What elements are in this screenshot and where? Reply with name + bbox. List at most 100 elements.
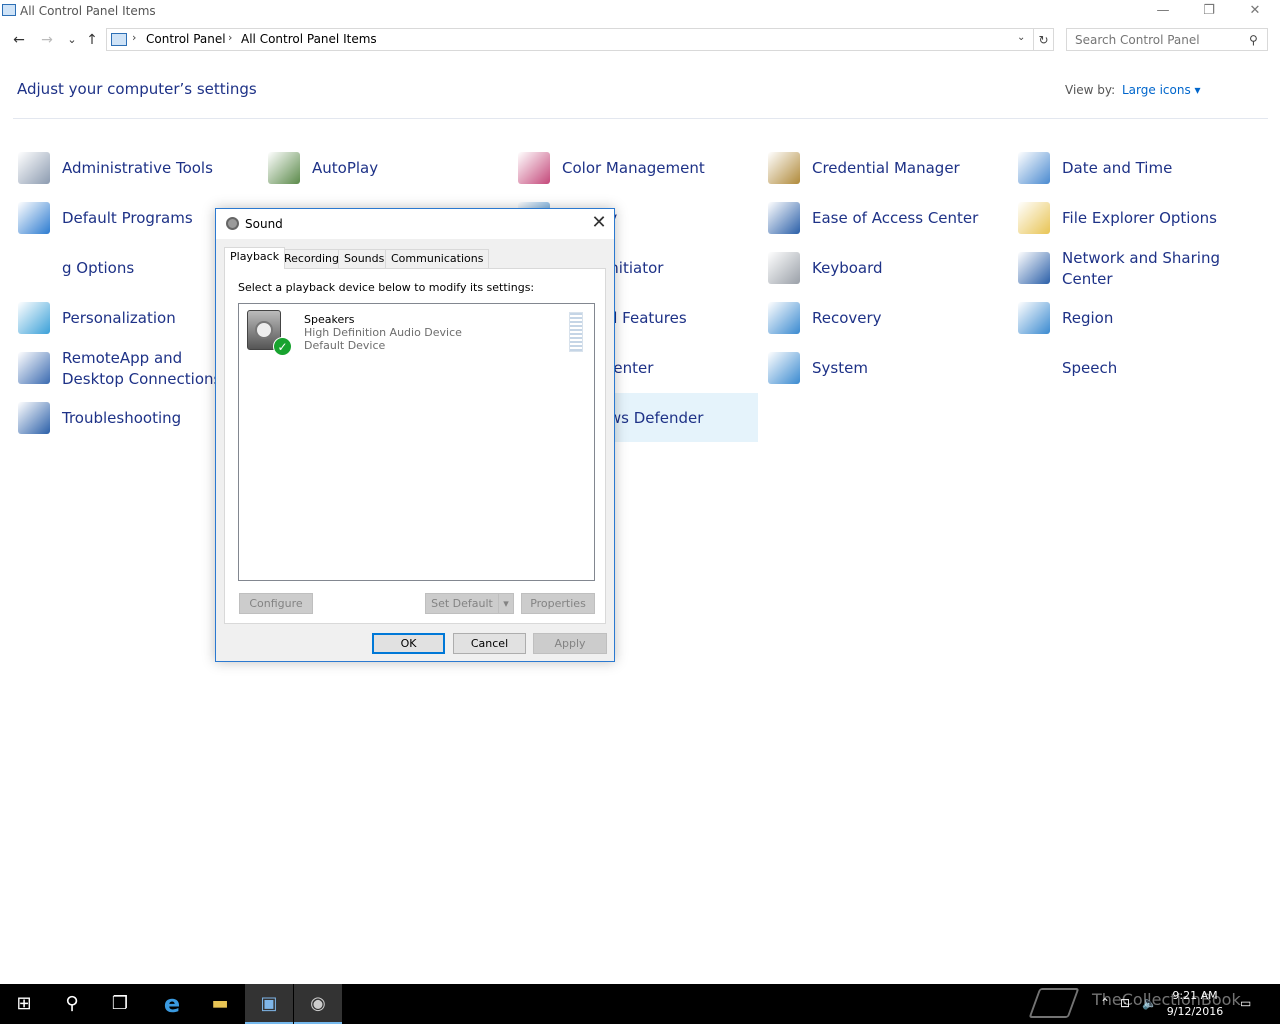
control-panel-item-icon — [768, 302, 800, 334]
sound-taskbar-button[interactable]: ◉ — [294, 984, 342, 1024]
task-view-icon: ❐ — [111, 993, 129, 1014]
back-button[interactable]: ← — [9, 30, 29, 50]
control-panel-item-label: AutoPlay — [312, 159, 379, 177]
notifications-icon[interactable]: ▭ — [1240, 996, 1251, 1010]
control-panel-item[interactable]: AutoPlay — [268, 152, 508, 202]
ok-button[interactable]: OK — [372, 633, 445, 654]
divider — [13, 118, 1268, 119]
sound-dialog: Sound ✕ Playback Recording Sounds Commun… — [215, 208, 615, 662]
breadcrumb-all-items[interactable]: All Control Panel Items — [241, 32, 377, 46]
control-panel-item[interactable]: File Explorer Options — [1018, 202, 1258, 252]
control-panel-item-label: Keyboard — [812, 259, 883, 277]
control-panel-icon — [111, 33, 127, 46]
page-title: Adjust your computer’s settings — [17, 80, 257, 98]
breadcrumb-control-panel[interactable]: Control Panel — [146, 32, 226, 46]
internet-explorer-icon: e — [163, 990, 181, 1018]
control-panel-item-label: Ease of Access Center — [812, 209, 979, 227]
control-panel-item-icon — [1018, 252, 1050, 284]
network-icon[interactable]: ⊡ — [1120, 996, 1130, 1010]
folder-icon: ▬ — [211, 993, 229, 1014]
control-panel-item[interactable]: System — [768, 352, 1008, 402]
restore-button[interactable]: ❐ — [1186, 0, 1232, 24]
control-panel-taskbar-button[interactable]: ▣ — [245, 984, 293, 1024]
set-default-button[interactable]: Set Default — [425, 593, 499, 614]
minimize-button[interactable]: — — [1140, 0, 1186, 24]
control-panel-item[interactable]: Color Management — [518, 152, 758, 202]
instruction-text: Select a playback device below to modify… — [238, 281, 535, 294]
search-box[interactable]: ⚲ — [1066, 28, 1268, 51]
playback-panel: Select a playback device below to modify… — [224, 268, 606, 624]
control-panel-item-label: Administrative Tools — [62, 159, 213, 177]
search-icon[interactable]: ⚲ — [1249, 33, 1258, 47]
control-panel-item-icon — [18, 202, 50, 234]
control-panel-item[interactable]: Speech — [1018, 352, 1258, 402]
control-panel-item[interactable]: Network and Sharing Center — [1018, 249, 1258, 302]
control-panel-icon: ▣ — [260, 993, 278, 1014]
recent-locations-button[interactable]: ⌄ — [62, 30, 82, 50]
control-panel-item-label: RemoteApp and Desktop Connections — [62, 349, 222, 388]
tab-sounds[interactable]: Sounds — [338, 249, 391, 268]
breadcrumb-separator[interactable]: › — [228, 31, 232, 44]
search-icon: ⚲ — [65, 993, 79, 1014]
control-panel-item[interactable]: Region — [1018, 302, 1258, 352]
control-panel-item-label: Date and Time — [1062, 159, 1173, 177]
device-status: Default Device — [304, 339, 386, 352]
task-view-button[interactable]: ❐ — [96, 984, 144, 1024]
tray-overflow-icon[interactable]: ⌃ — [1100, 996, 1110, 1010]
control-panel-item-label: System — [812, 359, 868, 377]
internet-explorer-button[interactable]: e — [148, 984, 196, 1024]
apply-button[interactable]: Apply — [533, 633, 607, 654]
control-panel-item[interactable]: Recovery — [768, 302, 1008, 352]
properties-button[interactable]: Properties — [521, 593, 595, 614]
control-panel-item-icon — [1018, 302, 1050, 334]
taskbar: ⊞ ⚲ ❐ e ▬ ▣ ◉ TheCollectionBook ⌃ ⊡ 🔈 9:… — [0, 984, 1280, 1024]
start-button[interactable]: ⊞ — [0, 984, 48, 1024]
control-panel-item-icon — [268, 152, 300, 184]
control-panel-item[interactable]: Date and Time — [1018, 152, 1258, 202]
device-name: Speakers — [304, 313, 355, 326]
search-button[interactable]: ⚲ — [48, 984, 96, 1024]
control-panel-item[interactable]: Administrative Tools — [18, 152, 258, 202]
file-explorer-button[interactable]: ▬ — [196, 984, 244, 1024]
address-dropdown-icon[interactable]: ⌄ — [1017, 32, 1025, 43]
dialog-close-button[interactable]: ✕ — [588, 212, 610, 234]
dialog-title-bar: Sound ✕ — [216, 209, 614, 239]
tab-communications[interactable]: Communications — [385, 249, 490, 268]
control-panel-item-icon — [18, 302, 50, 334]
control-panel-item-label: Default Programs — [62, 209, 193, 227]
set-default-dropdown-icon[interactable]: ▾ — [498, 593, 514, 614]
clock[interactable]: 9:21 AM 9/12/2016 — [1160, 988, 1230, 1020]
control-panel-item[interactable]: Ease of Access Center — [768, 202, 1008, 252]
view-by-label: View by: — [1065, 83, 1116, 97]
refresh-button[interactable]: ↻ — [1034, 28, 1054, 51]
close-button[interactable]: ✕ — [1232, 0, 1278, 24]
forward-button[interactable]: → — [37, 30, 57, 50]
device-driver: High Definition Audio Device — [304, 326, 462, 339]
control-panel-item[interactable]: Keyboard — [768, 252, 1008, 302]
breadcrumb-separator[interactable]: › — [132, 31, 136, 44]
address-row: ← → ⌄ ↑ › Control Panel › All Control Pa… — [0, 28, 1280, 52]
title-bar: All Control Panel Items — ❐ ✕ — [0, 0, 1280, 24]
control-panel-item-label: Recovery — [812, 309, 882, 327]
device-list[interactable]: ✓ Speakers High Definition Audio Device … — [238, 303, 595, 581]
cancel-button[interactable]: Cancel — [453, 633, 526, 654]
tab-recording[interactable]: Recording — [278, 249, 346, 268]
control-panel-item-icon — [518, 152, 550, 184]
speaker-icon: ◉ — [310, 993, 326, 1014]
control-panel-item-label: Personalization — [62, 309, 176, 327]
watermark-book-icon — [1028, 988, 1080, 1018]
search-input[interactable] — [1075, 33, 1245, 47]
up-button[interactable]: ↑ — [82, 30, 102, 50]
control-panel-icon — [2, 4, 16, 16]
windows-logo-icon: ⊞ — [16, 993, 32, 1014]
control-panel-item-label: Region — [1062, 309, 1114, 327]
address-bar[interactable]: › Control Panel › All Control Panel Item… — [106, 28, 1034, 51]
control-panel-item[interactable]: Credential Manager — [768, 152, 1008, 202]
tab-playback[interactable]: Playback — [224, 247, 286, 269]
volume-icon[interactable]: 🔈 — [1142, 996, 1157, 1010]
control-panel-item-icon — [1018, 202, 1050, 234]
view-by-dropdown[interactable]: Large icons ▾ — [1122, 83, 1201, 97]
configure-button[interactable]: Configure — [239, 593, 313, 614]
control-panel-item-icon — [768, 252, 800, 284]
control-panel-item-icon — [768, 152, 800, 184]
